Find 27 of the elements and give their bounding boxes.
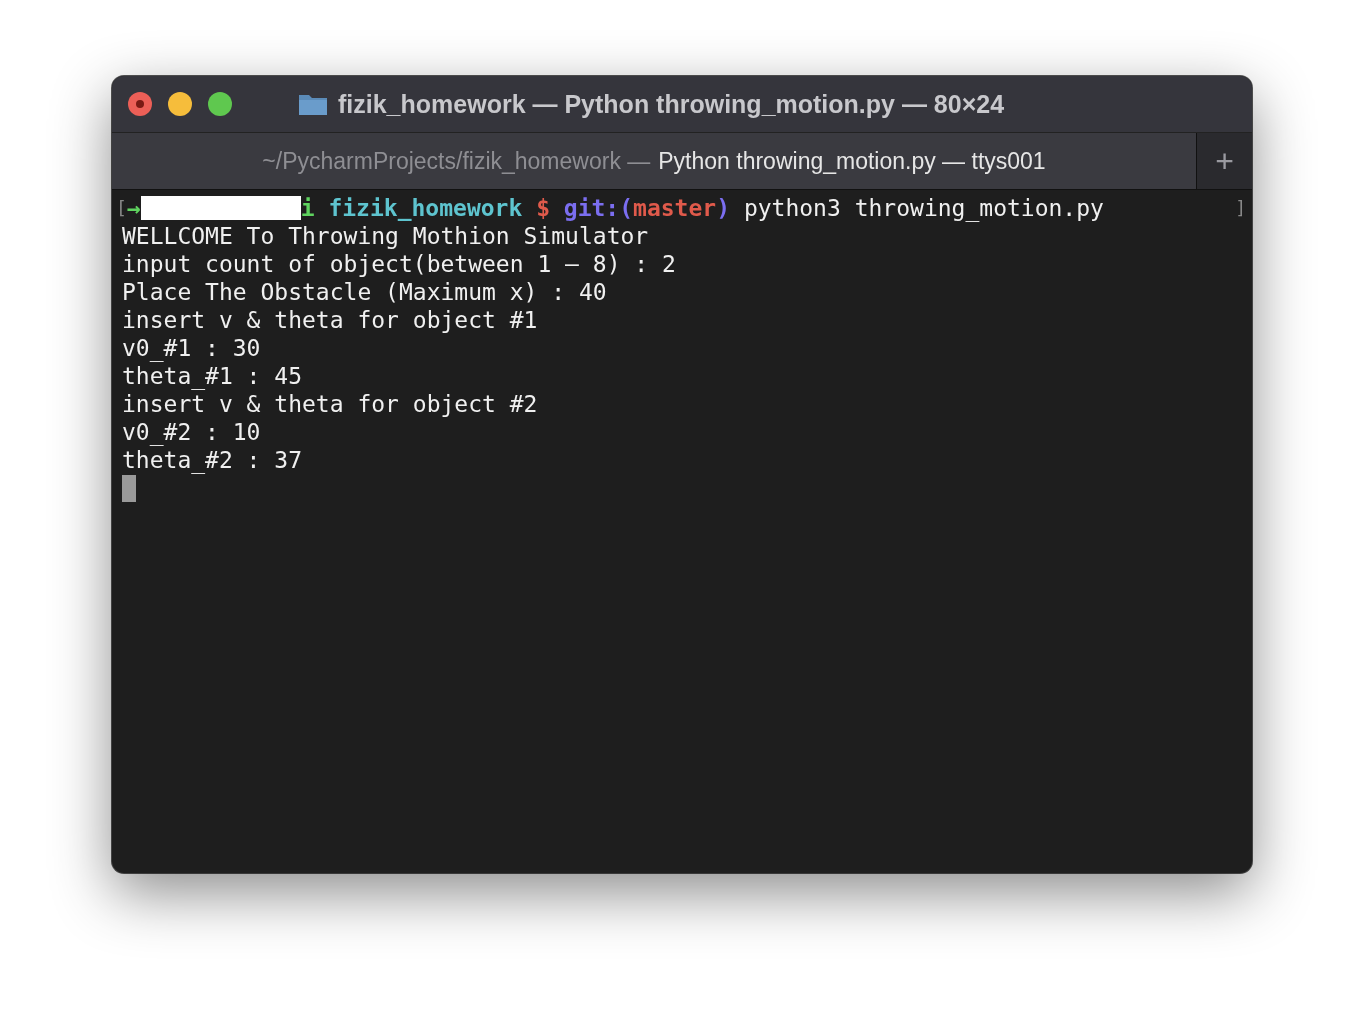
- window-title: fizik_homework — Python throwing_motion.py — 80×24: [338, 89, 1005, 119]
- prompt-text: →: [126, 194, 141, 222]
- output-line: v0_#2 : 10: [121, 418, 262, 446]
- output-line: insert v & theta for object #1: [121, 306, 539, 334]
- minimize-window-button[interactable]: [168, 92, 192, 116]
- tab-process: Python throwing_motion.py — ttys001: [658, 147, 1046, 175]
- prompt-text: $: [535, 194, 550, 222]
- output-line: v0_#1 : 30: [121, 334, 262, 362]
- bracket: ]: [1235, 196, 1246, 220]
- prompt-text: i: [300, 194, 315, 222]
- output-line: theta_#2 : 37: [121, 446, 303, 474]
- command-text: python3 throwing_motion.py: [742, 194, 1104, 222]
- prompt-text: git:(: [562, 194, 634, 222]
- tab-path: ~/PycharmProjects/fizik_homework —: [262, 147, 651, 175]
- bracket: [: [116, 196, 127, 220]
- close-window-button[interactable]: [128, 92, 152, 116]
- prompt-text: fizik_homework: [327, 194, 523, 222]
- prompt-text: ): [716, 194, 731, 222]
- output-line: theta_#1 : 45: [121, 362, 303, 390]
- zoom-window-button[interactable]: [208, 92, 232, 116]
- output-line: insert v & theta for object #2: [121, 390, 539, 418]
- folder-icon: [298, 92, 328, 116]
- output-line: input count of object(between 1 – 8) : 2: [121, 250, 677, 278]
- terminal-tab[interactable]: ~/PycharmProjects/fizik_homework — Python throwing_motion.py — ttys001: [112, 133, 1196, 189]
- prompt-text: master: [633, 194, 717, 222]
- output-line: Place The Obstacle (Maximum x) : 40: [121, 278, 608, 306]
- output-line: WELLCOME To Throwing Mothion Simulator: [121, 222, 650, 250]
